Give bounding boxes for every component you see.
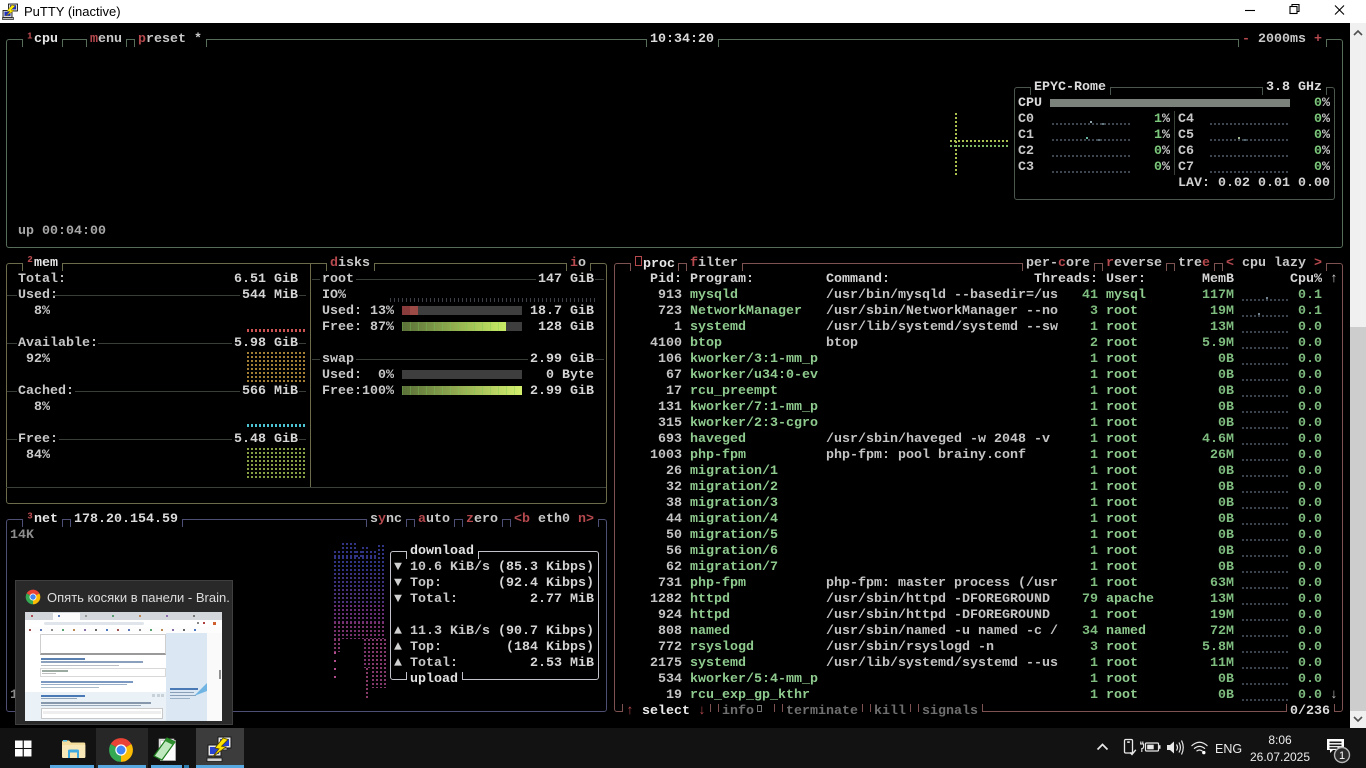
svg-text:1: 1: [1339, 750, 1345, 762]
